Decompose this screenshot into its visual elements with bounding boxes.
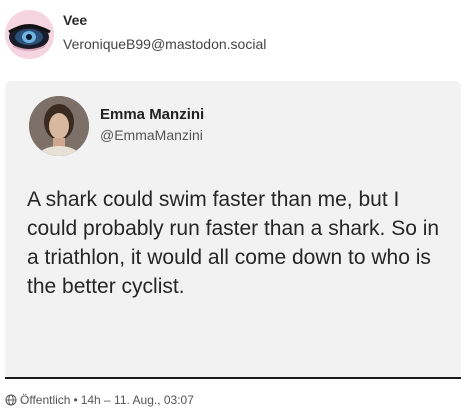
embedded-tweet-image[interactable]: Emma Manzini @EmmaManzini A shark could … [5,81,461,379]
tweet-text: A shark could swim faster than me, but I… [27,188,440,298]
display-name[interactable]: Vee [63,12,87,28]
globe-icon [5,394,17,406]
embed-border [5,377,461,379]
tweet-author-name: Emma Manzini [100,106,205,123]
tweet-avatar [29,96,89,156]
post-meta: Öffentlich • 14h – 11. Aug., 03:07 [5,393,194,407]
post-header: Vee VeroniqueB99@mastodon.social [0,0,467,76]
meta-separator: • [73,393,78,407]
avatar[interactable] [5,10,54,59]
visibility-label: Öffentlich [20,393,71,407]
tweet-author-handle: @EmmaManzini [100,127,203,143]
timestamp[interactable]: 14h – 11. Aug., 03:07 [81,393,194,407]
account-handle[interactable]: VeroniqueB99@mastodon.social [63,36,266,52]
